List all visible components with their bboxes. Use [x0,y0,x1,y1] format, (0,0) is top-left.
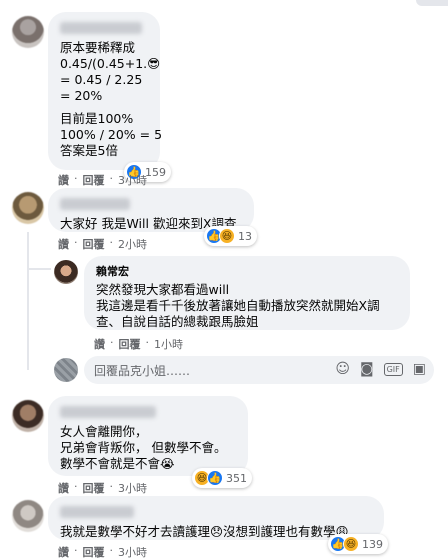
like-link[interactable]: 讚 [58,172,69,188]
reply-text-line: 我這邊是看千千後放著讓她自動播放突然就開始X調 [96,298,380,313]
comment-actions: 讚 · 回覆 · 3小時 [58,480,147,496]
comment-text-line: 答案是5倍 [60,143,118,158]
like-link[interactable]: 讚 [58,236,69,252]
reply-author-name[interactable]: 賴常宏 [96,264,398,280]
reply-actions: 讚 · 回覆 · 1小時 [94,336,183,352]
reply-placeholder: 回覆品克小姐…… [94,364,191,378]
comment-text-line: 我就是數學不好才去讀護理😞沒想到護理也有數學😩 [60,524,349,539]
comment-actions: 讚 · 回覆 · 3小時 [58,544,147,560]
timestamp[interactable]: 2小時 [118,236,147,252]
comment-author-name[interactable] [60,198,130,210]
thread-connector [27,232,29,370]
timestamp[interactable]: 1小時 [154,336,183,352]
reply-link[interactable]: 回覆 [119,336,141,352]
reaction-summary[interactable]: 👍 😆 139 [328,534,388,554]
thread-connector [27,268,51,270]
timestamp[interactable]: 3小時 [118,480,147,496]
comment-text-line: 100% / 20% = 5 [60,127,163,142]
like-icon: 👍 [207,470,223,486]
avatar[interactable] [12,16,44,48]
avatar[interactable] [54,260,78,284]
comment-text-line: 目前是100% [60,111,134,126]
reaction-count: 139 [362,537,383,551]
reply-bubble: 賴常宏 突然發現大家都看過will 我這邊是看千千後放著讓她自動播放突然就開始X… [84,256,410,330]
reply-link[interactable]: 回覆 [83,172,105,188]
sticker-icon[interactable]: ▣ [413,361,426,377]
reaction-count: 351 [226,471,247,485]
comment-author-name[interactable] [60,406,156,418]
like-link[interactable]: 讚 [58,544,69,560]
reaction-summary[interactable]: 😆 👍 351 [192,468,252,488]
haha-icon: 😆 [219,228,235,244]
comment-author-name[interactable] [60,22,142,34]
timestamp[interactable]: 3小時 [118,544,147,560]
reply-link[interactable]: 回覆 [83,480,105,496]
comment-text-line: = 0.45 / 2.25 [60,72,143,87]
comment-text-line: 兄弟會背叛你， 但數學不會。 [60,440,227,455]
current-user-avatar[interactable] [54,358,78,382]
avatar[interactable] [12,400,44,432]
comment-text-line: 原本要稀釋成 [60,40,136,55]
avatar[interactable] [12,500,44,532]
comment-text-line: 0.45/(0.45+1.😎 [60,56,161,71]
reply-input[interactable]: 回覆品克小姐…… ☺ ◙ GIF ▣ [84,356,434,384]
previous-comment-edge [416,0,448,6]
reaction-count: 13 [238,229,252,243]
top-edge [0,0,448,6]
comment-bubble: 原本要稀釋成 0.45/(0.45+1.😎 = 0.45 / 2.25 = 20… [48,12,163,170]
haha-icon: 😆 [343,536,359,552]
comment-author-name[interactable] [60,506,134,518]
reply-text-line: 突然發現大家都看過will [96,282,230,297]
reply-link[interactable]: 回覆 [83,236,105,252]
gif-icon[interactable]: GIF [383,363,403,376]
comment-text-line: = 20% [60,88,103,103]
like-link[interactable]: 讚 [94,336,105,352]
avatar[interactable] [12,192,44,224]
comment-actions: 讚 · 回覆 · 3小時 [58,172,147,188]
reply-text-line: 查、自說自話的總裁跟馬臉姐 [96,314,259,329]
reaction-count: 159 [145,165,166,179]
comment-bubble: 我就是數學不好才去讀護理😞沒想到護理也有數學😩 [48,496,384,540]
camera-icon[interactable]: ◙ [360,361,374,377]
smiley-icon[interactable]: ☺ [335,361,350,377]
reply-tools: ☺ ◙ GIF ▣ [335,361,426,377]
reaction-summary[interactable]: 👍 😆 13 [204,226,257,246]
like-link[interactable]: 讚 [58,480,69,496]
reply-link[interactable]: 回覆 [83,544,105,560]
comment-bubble: 女人會離開你， 兄弟會背叛你， 但數學不會。 數學不會就是不會😭 [48,396,248,476]
timestamp[interactable]: 3小時 [118,172,147,188]
comment-text-line: 女人會離開你， [60,424,148,439]
comment-actions: 讚 · 回覆 · 2小時 [58,236,147,252]
